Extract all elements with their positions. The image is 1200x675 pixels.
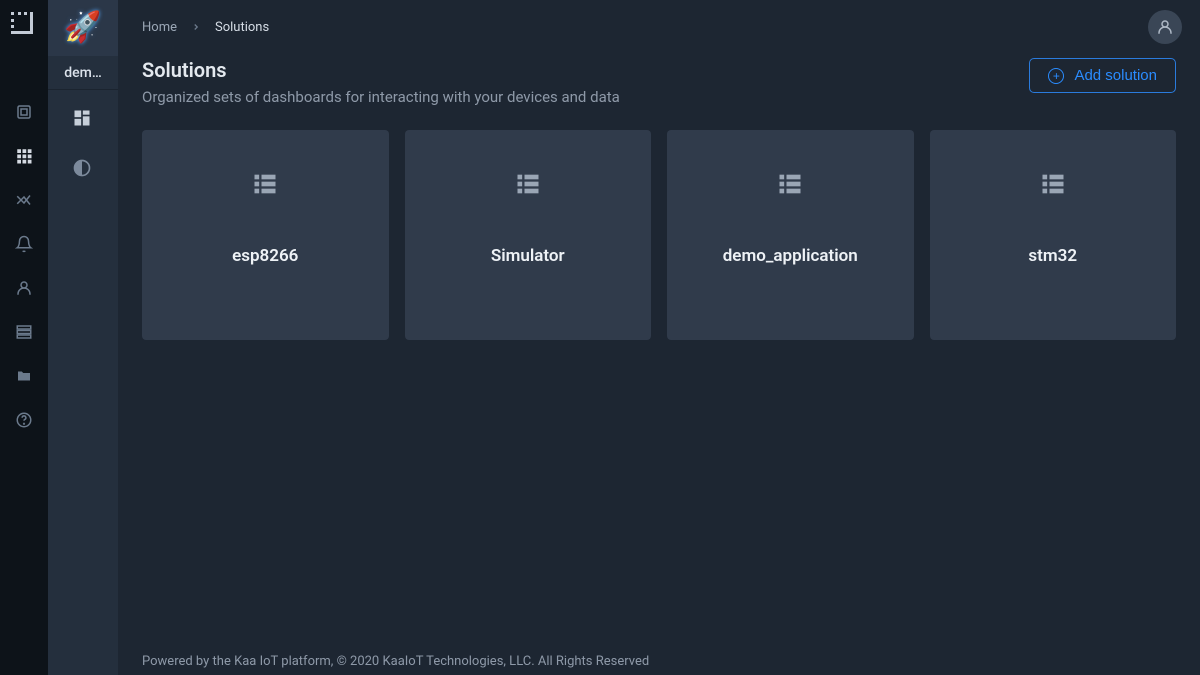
nav-user-icon[interactable] [14,278,34,298]
nav-catalog-icon[interactable] [14,322,34,342]
chevron-right-icon [191,22,201,32]
nav-hardware-icon[interactable] [14,102,34,122]
tenant-logo[interactable]: 🚀 [48,0,118,56]
breadcrumb: Home Solutions [142,20,269,35]
plus-circle-icon: + [1048,68,1064,84]
nav-alerts-icon[interactable] [14,234,34,254]
solutions-grid: esp8266 Simulator demo_application stm32 [118,130,1200,340]
add-solution-label: Add solution [1074,67,1157,84]
page-title: Solutions [142,58,620,82]
add-solution-button[interactable]: + Add solution [1029,58,1176,93]
list-icon [1039,170,1067,198]
solution-name: demo_application [723,246,858,266]
page-subtitle: Organized sets of dashboards for interac… [142,88,620,106]
sidebar-theme-icon[interactable] [72,158,94,180]
sidebar-dashboard-icon[interactable] [72,108,94,130]
nav-help-icon[interactable] [14,410,34,430]
person-icon [1156,18,1174,36]
nav-analytics-icon[interactable] [14,190,34,210]
topbar: Home Solutions [118,0,1200,54]
solution-card[interactable]: Simulator [405,130,652,340]
user-menu[interactable] [1148,10,1182,44]
page-header: Solutions Organized sets of dashboards f… [118,54,1200,130]
product-logo[interactable] [11,12,37,38]
nav-grid-icon[interactable] [14,146,34,166]
tenant-label[interactable]: dem… [48,56,118,90]
rocket-icon: 🚀 [64,13,101,43]
solution-name: esp8266 [232,246,298,266]
list-icon [514,170,542,198]
breadcrumb-home[interactable]: Home [142,20,177,35]
nav-folder-icon[interactable] [14,366,34,386]
solution-card[interactable]: demo_application [667,130,914,340]
footer: Powered by the Kaa IoT platform, © 2020 … [118,654,1200,675]
main-content: Home Solutions Solutions Organized sets … [118,0,1200,675]
sub-sidebar: 🚀 dem… [48,0,118,675]
solution-card[interactable]: esp8266 [142,130,389,340]
footer-text: Powered by the Kaa IoT platform, © 2020 … [142,654,649,669]
solution-card[interactable]: stm32 [930,130,1177,340]
solution-name: Simulator [491,246,565,266]
list-icon [776,170,804,198]
breadcrumb-current: Solutions [215,20,269,35]
solution-name: stm32 [1028,246,1077,266]
list-icon [251,170,279,198]
nav-rail [0,0,48,675]
